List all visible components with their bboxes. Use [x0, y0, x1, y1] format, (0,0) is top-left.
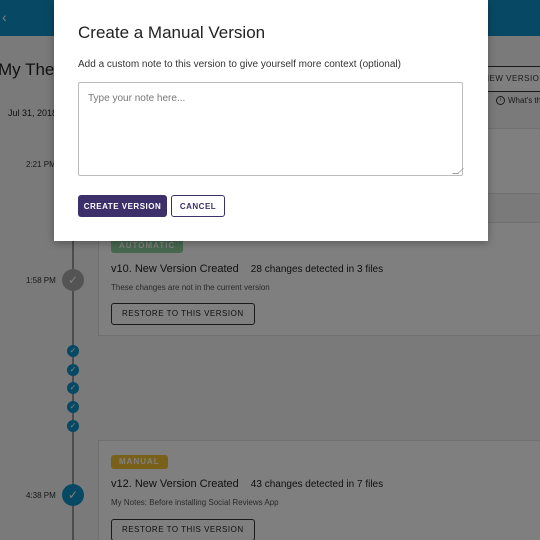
cancel-button[interactable]: CANCEL — [171, 195, 225, 217]
dialog-description: Add a custom note to this version to giv… — [78, 59, 401, 70]
create-manual-version-dialog: Create a Manual Version Add a custom not… — [54, 0, 488, 241]
create-version-button[interactable]: CREATE VERSION — [78, 195, 167, 217]
note-textarea[interactable] — [78, 82, 463, 176]
dialog-title: Create a Manual Version — [78, 23, 266, 42]
